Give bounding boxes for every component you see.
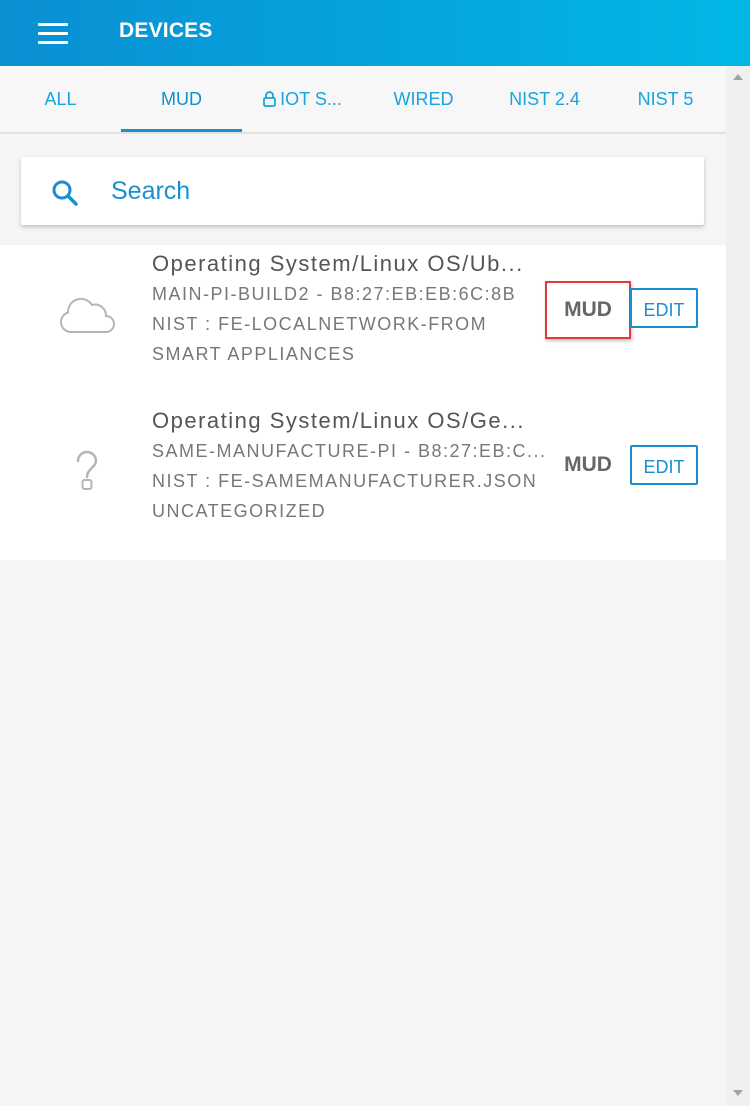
edit-button[interactable]: EDIT	[630, 288, 698, 328]
device-nist-profile: NIST : FE-LOCALNETWORK-FROM	[152, 314, 488, 334]
cloud-icon	[59, 297, 115, 333]
list-item[interactable]: Operating System/Linux OS/Ge... SAME-MAN…	[0, 402, 726, 552]
scroll-up-arrow-icon[interactable]	[733, 74, 743, 80]
active-tab-indicator	[121, 129, 242, 132]
list-item[interactable]: Operating System/Linux OS/Ub... MAIN-PI-…	[0, 245, 726, 395]
device-category: SMART APPLIANCES	[152, 344, 356, 364]
lock-icon	[263, 91, 277, 107]
search-bar	[21, 157, 704, 225]
device-title: Operating System/Linux OS/Ub...	[152, 251, 524, 276]
edit-button[interactable]: EDIT	[630, 445, 698, 485]
tab-iot-security[interactable]: IOT S...	[242, 66, 363, 132]
question-mark-icon	[76, 450, 98, 490]
device-name-mac: MAIN-PI-BUILD2 - B8:27:EB:EB:6C:8B	[152, 284, 517, 304]
tab-mud[interactable]: MUD	[121, 66, 242, 132]
tab-all[interactable]: ALL	[0, 66, 121, 132]
scrollbar[interactable]	[726, 66, 750, 1106]
app-header: DEVICES	[0, 0, 750, 66]
device-name-mac: SAME-MANUFACTURE-PI - B8:27:EB:C...	[152, 441, 547, 461]
device-title: Operating System/Linux OS/Ge...	[152, 408, 525, 433]
search-input[interactable]	[111, 173, 671, 209]
device-details: Operating System/Linux OS/Ge... SAME-MAN…	[152, 406, 552, 526]
page-title: DEVICES	[119, 19, 213, 42]
tab-bar: ALL MUD IOT S... WIRED NIST 2.4 NIST 5	[0, 66, 726, 134]
mud-badge: MUD	[564, 453, 612, 476]
tab-wired[interactable]: WIRED	[363, 66, 484, 132]
scroll-down-arrow-icon[interactable]	[733, 1090, 743, 1096]
mud-badge: MUD	[545, 281, 631, 339]
device-details: Operating System/Linux OS/Ub... MAIN-PI-…	[152, 249, 552, 369]
device-list: Operating System/Linux OS/Ub... MAIN-PI-…	[0, 245, 726, 560]
search-icon[interactable]	[51, 179, 79, 207]
hamburger-menu-icon[interactable]	[36, 20, 70, 46]
device-category: UNCATEGORIZED	[152, 501, 327, 521]
device-nist-profile: NIST : FE-SAMEMANUFACTURER.JSON	[152, 471, 538, 491]
tab-nist-5[interactable]: NIST 5	[605, 66, 726, 132]
tab-nist-2-4[interactable]: NIST 2.4	[484, 66, 605, 132]
